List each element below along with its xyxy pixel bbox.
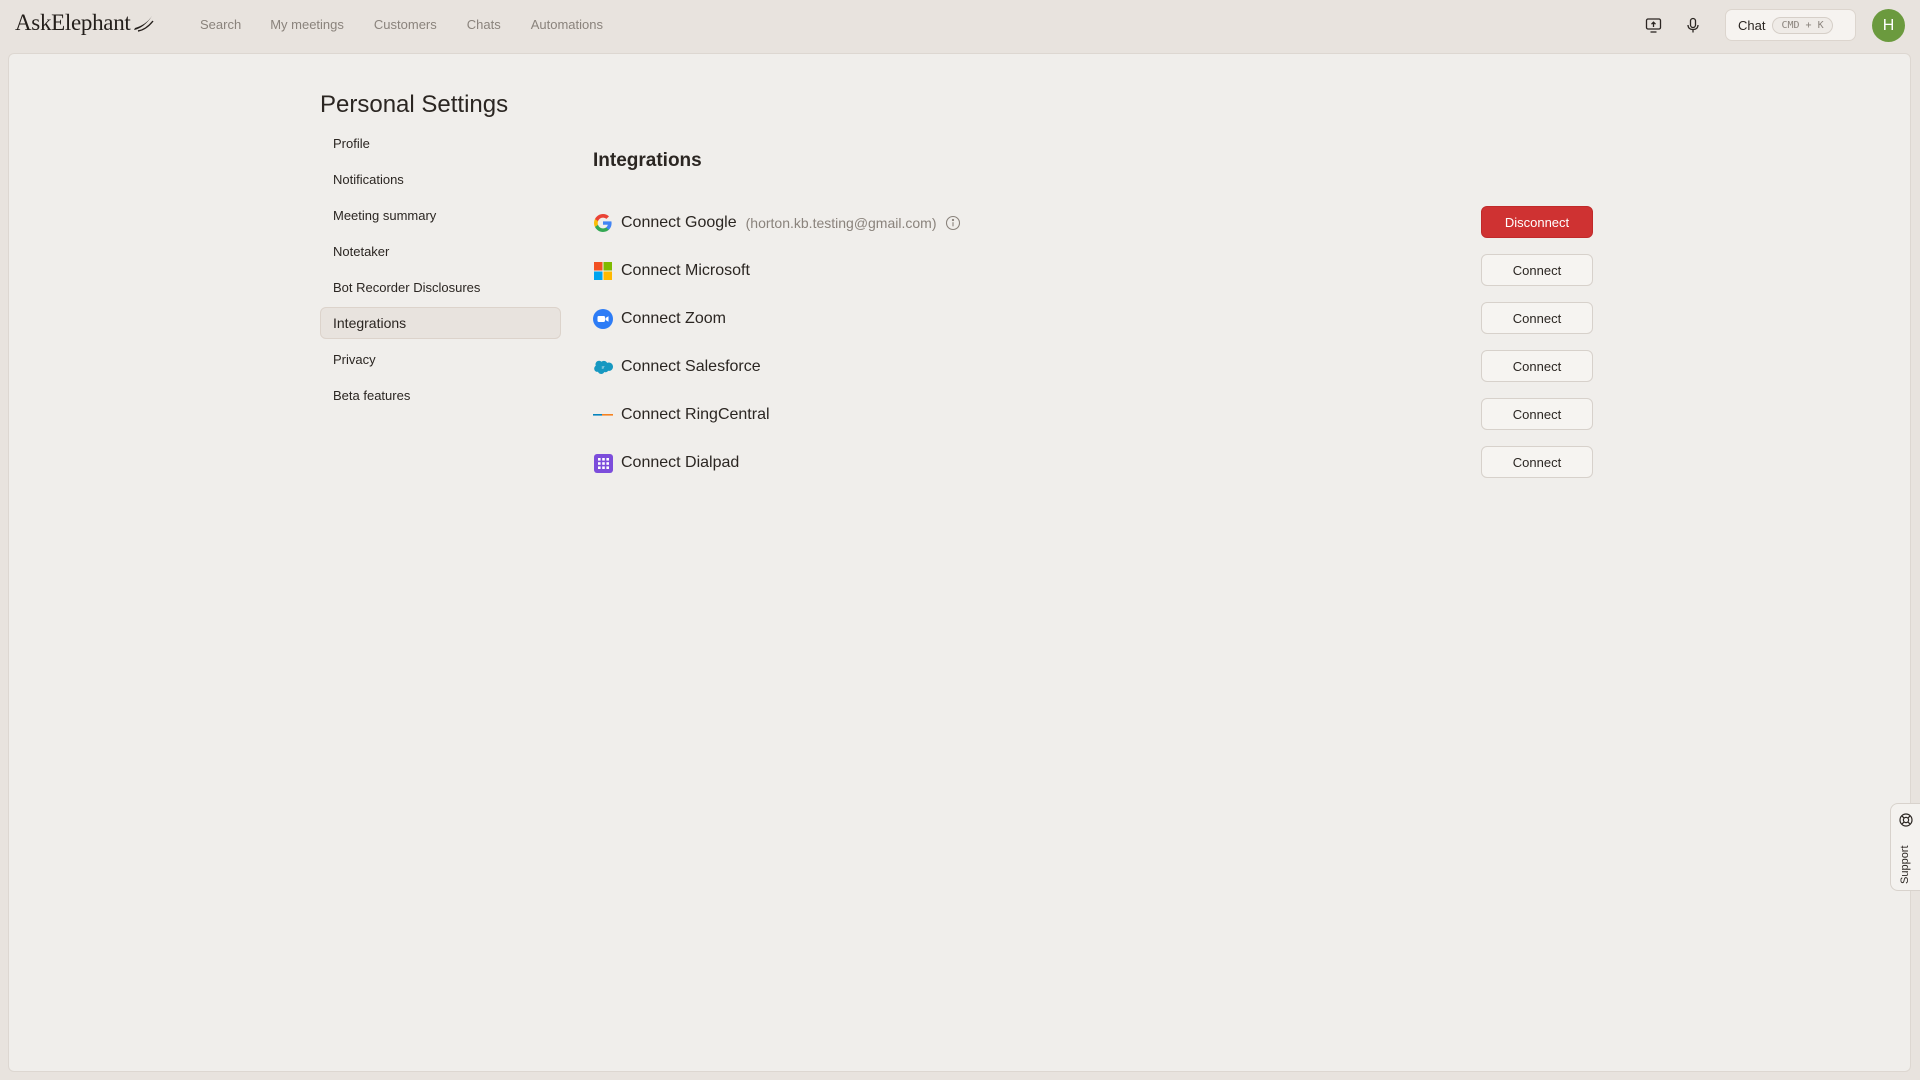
integration-name: Connect Microsoft <box>621 262 750 279</box>
main-panel: Personal Settings Profile Notifications … <box>8 53 1911 1072</box>
sidebar-item-meeting-summary[interactable]: Meeting summary <box>320 199 561 231</box>
screen-share-button[interactable] <box>1642 14 1664 36</box>
sidebar-item-profile[interactable]: Profile <box>320 127 561 159</box>
sidebar-item-privacy[interactable]: Privacy <box>320 343 561 375</box>
user-avatar[interactable]: H <box>1872 9 1905 42</box>
info-icon[interactable] <box>945 215 961 231</box>
support-label: Support <box>1899 845 1911 884</box>
chat-button[interactable]: Chat CMD + K <box>1725 9 1856 41</box>
support-tab[interactable]: Support <box>1890 803 1920 891</box>
microsoft-icon <box>593 261 613 281</box>
microphone-icon <box>1687 17 1699 32</box>
integration-name: Connect Zoom <box>621 310 726 327</box>
integration-row-ringcentral: Connect RingCentral Connect <box>593 391 1593 439</box>
elephant-swoosh-icon <box>133 16 154 32</box>
dialpad-icon <box>593 453 613 473</box>
main-nav: Search My meetings Customers Chats Autom… <box>200 17 633 32</box>
app-logo[interactable]: AskElephant <box>15 10 154 36</box>
sidebar-item-notetaker[interactable]: Notetaker <box>320 235 561 267</box>
integration-name: Connect Salesforce <box>621 358 761 375</box>
nav-customers[interactable]: Customers <box>374 17 437 32</box>
google-icon <box>593 213 613 233</box>
chat-shortcut-badge: CMD + K <box>1772 16 1833 34</box>
nav-search[interactable]: Search <box>200 17 241 32</box>
disconnect-google-button[interactable]: Disconnect <box>1481 206 1593 238</box>
connect-microsoft-button[interactable]: Connect <box>1481 254 1593 286</box>
connect-zoom-button[interactable]: Connect <box>1481 302 1593 334</box>
settings-sidebar: Profile Notifications Meeting summary No… <box>320 127 561 415</box>
integrations-title: Integrations <box>593 150 702 171</box>
ringcentral-icon <box>593 405 613 425</box>
sidebar-item-notifications[interactable]: Notifications <box>320 163 561 195</box>
integration-name: Connect RingCentral <box>621 406 770 423</box>
integrations-list: Connect Google (horton.kb.testing@gmail.… <box>593 199 1593 487</box>
top-bar: AskElephant Search My meetings Customers… <box>0 0 1920 52</box>
svg-text:sf: sf <box>602 366 605 370</box>
integration-row-dialpad: Connect Dialpad Connect <box>593 439 1593 487</box>
integration-row-zoom: Connect Zoom Connect <box>593 295 1593 343</box>
sidebar-item-integrations[interactable]: Integrations <box>320 307 561 339</box>
integration-name: Connect Dialpad <box>621 454 740 471</box>
nav-chats[interactable]: Chats <box>467 17 501 32</box>
screen-share-icon <box>1645 17 1661 33</box>
connect-ringcentral-button[interactable]: Connect <box>1481 398 1593 430</box>
sidebar-item-bot-recorder-disclosures[interactable]: Bot Recorder Disclosures <box>320 271 561 303</box>
logo-text: AskElephant <box>15 10 131 35</box>
zoom-icon <box>593 309 613 329</box>
integration-row-google: Connect Google (horton.kb.testing@gmail.… <box>593 199 1593 247</box>
integration-row-microsoft: Connect Microsoft Connect <box>593 247 1593 295</box>
integration-name: Connect Google <box>621 214 737 231</box>
connect-dialpad-button[interactable]: Connect <box>1481 446 1593 478</box>
sidebar-item-beta-features[interactable]: Beta features <box>320 379 561 411</box>
microphone-button[interactable] <box>1682 14 1704 36</box>
nav-my-meetings[interactable]: My meetings <box>270 17 344 32</box>
lifebuoy-icon <box>1899 813 1913 832</box>
page-title: Personal Settings <box>320 91 509 118</box>
integration-row-salesforce: sf Connect Salesforce Connect <box>593 343 1593 391</box>
connect-salesforce-button[interactable]: Connect <box>1481 350 1593 382</box>
salesforce-icon: sf <box>593 357 613 377</box>
nav-automations[interactable]: Automations <box>531 17 603 32</box>
connected-account-email: (horton.kb.testing@gmail.com) <box>745 215 937 231</box>
chat-label: Chat <box>1738 17 1766 33</box>
